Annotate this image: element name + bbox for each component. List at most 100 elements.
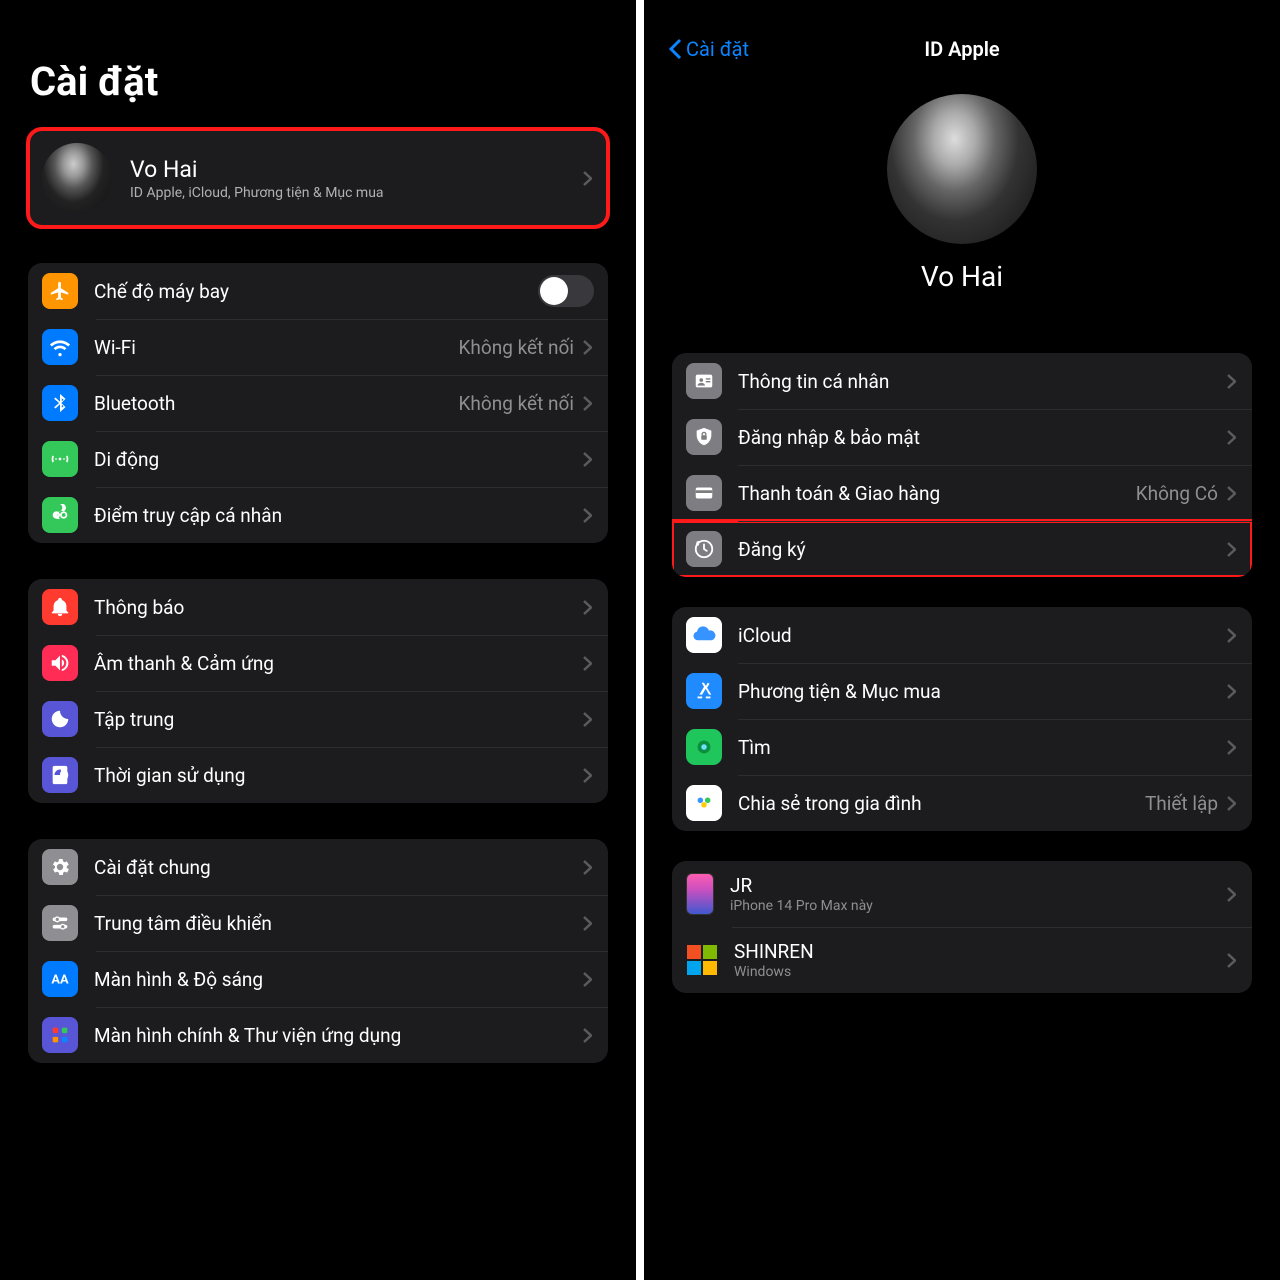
chevron-right-icon <box>580 164 594 192</box>
chevron-right-icon <box>1224 367 1238 395</box>
row-notifications[interactable]: Thông báo <box>28 579 608 635</box>
control-center-icon <box>42 905 78 941</box>
label-find: Tìm <box>738 736 1224 759</box>
row-subscriptions[interactable]: Đăng ký <box>672 521 1252 577</box>
row-sound[interactable]: Âm thanh & Cảm ứng <box>28 635 608 691</box>
value-payment: Không Có <box>1136 482 1218 505</box>
value-bluetooth: Không kết nối <box>459 392 575 415</box>
row-airplane[interactable]: Chế độ máy bay <box>28 263 608 319</box>
chevron-right-icon <box>580 705 594 733</box>
chevron-right-icon <box>1224 880 1238 908</box>
windows-icon <box>686 944 718 976</box>
row-cellular[interactable]: Di động <box>28 431 608 487</box>
chevron-right-icon <box>1224 423 1238 451</box>
label-focus: Tập trung <box>94 708 580 731</box>
back-button[interactable]: Cài đặt <box>668 37 749 61</box>
label-wifi: Wi-Fi <box>94 336 459 359</box>
row-payment[interactable]: Thanh toán & Giao hàng Không Có <box>672 465 1252 521</box>
chevron-right-icon <box>580 761 594 789</box>
device-2-sub: Windows <box>734 964 1224 980</box>
chevron-right-icon <box>580 501 594 529</box>
appstore-icon <box>686 673 722 709</box>
chevron-right-icon <box>580 909 594 937</box>
row-screentime[interactable]: Thời gian sử dụng <box>28 747 608 803</box>
screentime-icon <box>42 757 78 793</box>
lock-shield-icon <box>686 419 722 455</box>
chevron-right-icon <box>1224 789 1238 817</box>
chevron-right-icon <box>1224 677 1238 705</box>
label-home: Màn hình chính & Thư viện ứng dụng <box>94 1024 580 1047</box>
label-screentime: Thời gian sử dụng <box>94 764 580 787</box>
label-security: Đăng nhập & bảo mật <box>738 426 1224 449</box>
label-general: Cài đặt chung <box>94 856 580 879</box>
label-family: Chia sẻ trong gia đình <box>738 792 1145 815</box>
device-1-name: JR <box>730 874 1224 897</box>
avatar <box>42 143 112 213</box>
settings-screen: Cài đặt Vo Hai ID Apple, iCloud, Phương … <box>0 0 640 1280</box>
chevron-right-icon <box>580 649 594 677</box>
row-bluetooth[interactable]: Bluetooth Không kết nối <box>28 375 608 431</box>
wifi-icon <box>42 329 78 365</box>
label-personal: Thông tin cá nhân <box>738 370 1224 393</box>
chevron-right-icon <box>1224 621 1238 649</box>
devices-group: JR iPhone 14 Pro Max này SHINREN Windows <box>672 861 1252 993</box>
services-group: iCloud Phương tiện & Mục mua Tìm Chia sẻ… <box>672 607 1252 831</box>
chevron-right-icon <box>580 1021 594 1049</box>
row-family[interactable]: Chia sẻ trong gia đình Thiết lập <box>672 775 1252 831</box>
chevron-right-icon <box>1224 733 1238 761</box>
row-personal-info[interactable]: Thông tin cá nhân <box>672 353 1252 409</box>
row-find[interactable]: Tìm <box>672 719 1252 775</box>
device-1-sub: iPhone 14 Pro Max này <box>730 898 1224 914</box>
chevron-right-icon <box>580 965 594 993</box>
label-display: Màn hình & Độ sáng <box>94 968 580 991</box>
row-home-screen[interactable]: Màn hình chính & Thư viện ứng dụng <box>28 1007 608 1063</box>
network-group: Chế độ máy bay Wi-Fi Không kết nối Bluet… <box>28 263 608 543</box>
label-hotspot: Điểm truy cập cá nhân <box>94 504 580 527</box>
notifications-icon <box>42 589 78 625</box>
back-label: Cài đặt <box>686 37 749 61</box>
label-bluetooth: Bluetooth <box>94 392 459 415</box>
bluetooth-icon <box>42 385 78 421</box>
gear-icon <box>42 849 78 885</box>
row-general[interactable]: Cài đặt chung <box>28 839 608 895</box>
device-row-1[interactable]: JR iPhone 14 Pro Max này <box>672 861 1252 927</box>
row-focus[interactable]: Tập trung <box>28 691 608 747</box>
label-cellular: Di động <box>94 448 580 471</box>
row-display[interactable]: AA Màn hình & Độ sáng <box>28 951 608 1007</box>
chevron-right-icon <box>580 853 594 881</box>
profile-group: Vo Hai ID Apple, iCloud, Phương tiện & M… <box>28 129 608 227</box>
chevron-right-icon <box>1224 946 1238 974</box>
label-media: Phương tiện & Mục mua <box>738 680 1224 703</box>
row-wifi[interactable]: Wi-Fi Không kết nối <box>28 319 608 375</box>
row-icloud[interactable]: iCloud <box>672 607 1252 663</box>
airplane-toggle[interactable] <box>538 275 594 307</box>
big-avatar[interactable] <box>887 94 1037 244</box>
chevron-right-icon <box>1224 535 1238 563</box>
sound-icon <box>42 645 78 681</box>
profile-name: Vo Hai <box>130 156 580 183</box>
display-icon: AA <box>42 961 78 997</box>
home-grid-icon <box>42 1017 78 1053</box>
label-control: Trung tâm điều khiển <box>94 912 580 935</box>
row-security[interactable]: Đăng nhập & bảo mật <box>672 409 1252 465</box>
row-media[interactable]: Phương tiện & Mục mua <box>672 663 1252 719</box>
label-subscriptions: Đăng ký <box>738 538 1224 561</box>
chevron-right-icon <box>580 593 594 621</box>
label-icloud: iCloud <box>738 624 1224 647</box>
profile-sub: ID Apple, iCloud, Phương tiện & Mục mua <box>130 185 580 201</box>
alerts-group: Thông báo Âm thanh & Cảm ứng Tập trung T… <box>28 579 608 803</box>
value-family: Thiết lập <box>1145 792 1218 815</box>
row-control-center[interactable]: Trung tâm điều khiển <box>28 895 608 951</box>
focus-icon <box>42 701 78 737</box>
row-hotspot[interactable]: Điểm truy cập cá nhân <box>28 487 608 543</box>
airplane-icon <box>42 273 78 309</box>
iphone-icon <box>686 873 714 915</box>
profile-row[interactable]: Vo Hai ID Apple, iCloud, Phương tiện & M… <box>28 129 608 227</box>
hotspot-icon <box>42 497 78 533</box>
credit-card-icon <box>686 475 722 511</box>
cellular-icon <box>42 441 78 477</box>
device-row-2[interactable]: SHINREN Windows <box>672 927 1252 993</box>
family-icon <box>686 785 722 821</box>
label-payment: Thanh toán & Giao hàng <box>738 482 1136 505</box>
nav-title: ID Apple <box>924 37 999 61</box>
